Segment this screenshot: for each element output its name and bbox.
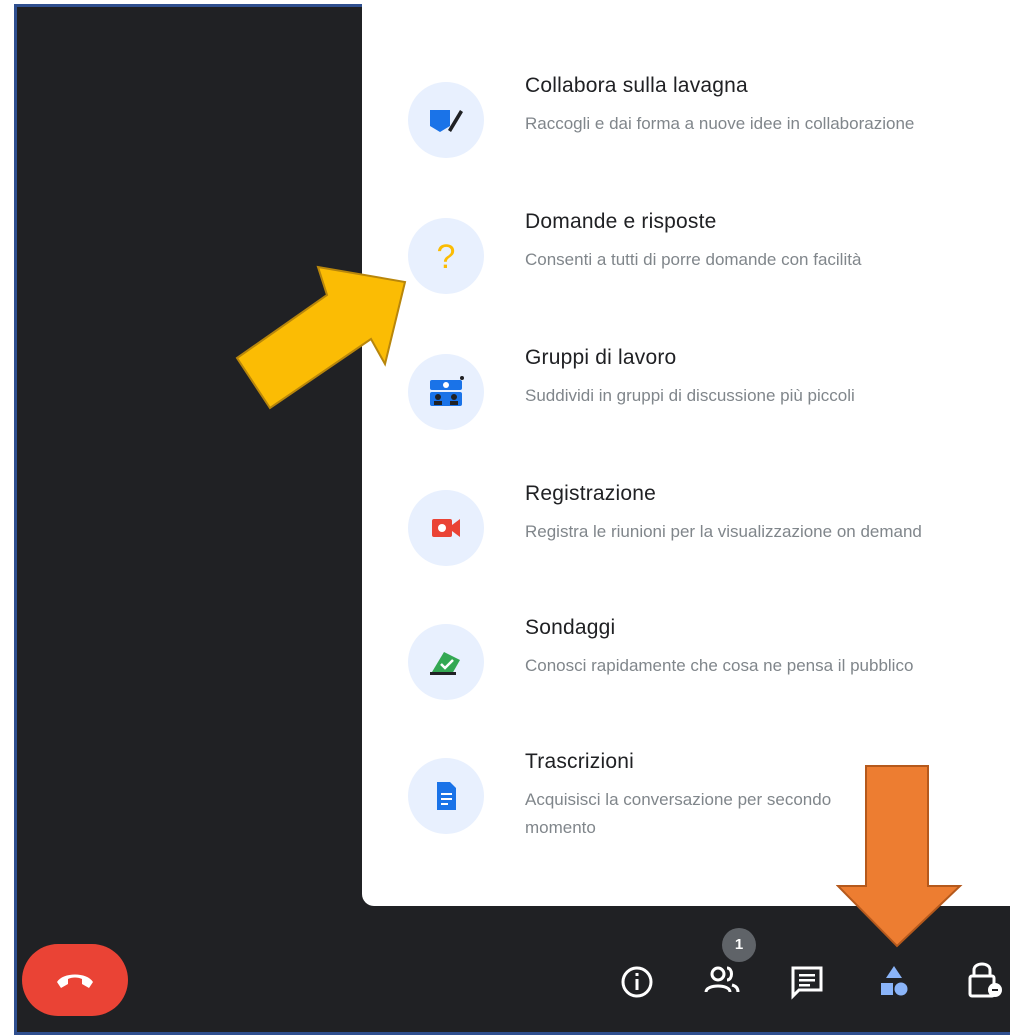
activity-description: Raccogli e dai forma a nuove idee in col… xyxy=(525,114,915,133)
recording-icon xyxy=(408,490,484,566)
chat-button[interactable] xyxy=(785,960,829,1004)
orange-annotation-arrow xyxy=(836,765,963,948)
svg-text:?: ? xyxy=(437,238,456,276)
host-controls-button[interactable] xyxy=(962,958,1006,1002)
activity-whiteboard[interactable]: Collabora sulla lavagna Raccogli e dai f… xyxy=(362,70,1010,202)
activity-description: Registra le riunioni per la visualizzazi… xyxy=(525,522,922,541)
polls-icon xyxy=(408,624,484,700)
people-icon xyxy=(704,966,740,993)
activity-title: Domande e risposte xyxy=(525,210,717,233)
question-mark-icon: ? xyxy=(408,218,484,294)
people-button[interactable] xyxy=(700,958,744,1002)
activities-icon xyxy=(881,966,908,996)
transcript-icon xyxy=(408,758,484,834)
host-controls-icon xyxy=(968,962,1002,998)
yellow-annotation-arrow xyxy=(235,265,407,410)
activity-qa[interactable]: ? Domande e risposte Consenti a tutti di… xyxy=(362,206,1010,338)
info-icon xyxy=(621,966,653,998)
activity-title: Trascrizioni xyxy=(525,750,634,773)
info-button[interactable] xyxy=(615,960,659,1004)
whiteboard-icon xyxy=(408,82,484,158)
activity-description: Acquisisci la conversazione per secondo … xyxy=(525,790,832,837)
activity-title: Collabora sulla lavagna xyxy=(525,74,748,97)
end-call-button[interactable] xyxy=(22,944,128,1016)
activity-description: Conosci rapidamente che cosa ne pensa il… xyxy=(525,656,914,675)
activity-title: Sondaggi xyxy=(525,616,616,639)
chat-icon xyxy=(791,966,823,1000)
activity-recording[interactable]: Registrazione Registra le riunioni per l… xyxy=(362,478,1010,610)
participants-count-badge: 1 xyxy=(722,928,756,962)
activity-polls[interactable]: Sondaggi Conosci rapidamente che cosa ne… xyxy=(362,612,1010,744)
activity-description: Suddividi in gruppi di discussione più p… xyxy=(525,386,855,405)
activities-button[interactable] xyxy=(872,960,916,1004)
activity-title: Registrazione xyxy=(525,482,656,505)
activity-breakout[interactable]: Gruppi di lavoro Suddividi in gruppi di … xyxy=(362,342,1010,474)
breakout-rooms-icon xyxy=(408,354,484,430)
activity-description: Consenti a tutti di porre domande con fa… xyxy=(525,250,862,269)
activity-title: Gruppi di lavoro xyxy=(525,346,677,369)
phone-hangup-icon xyxy=(57,974,93,988)
